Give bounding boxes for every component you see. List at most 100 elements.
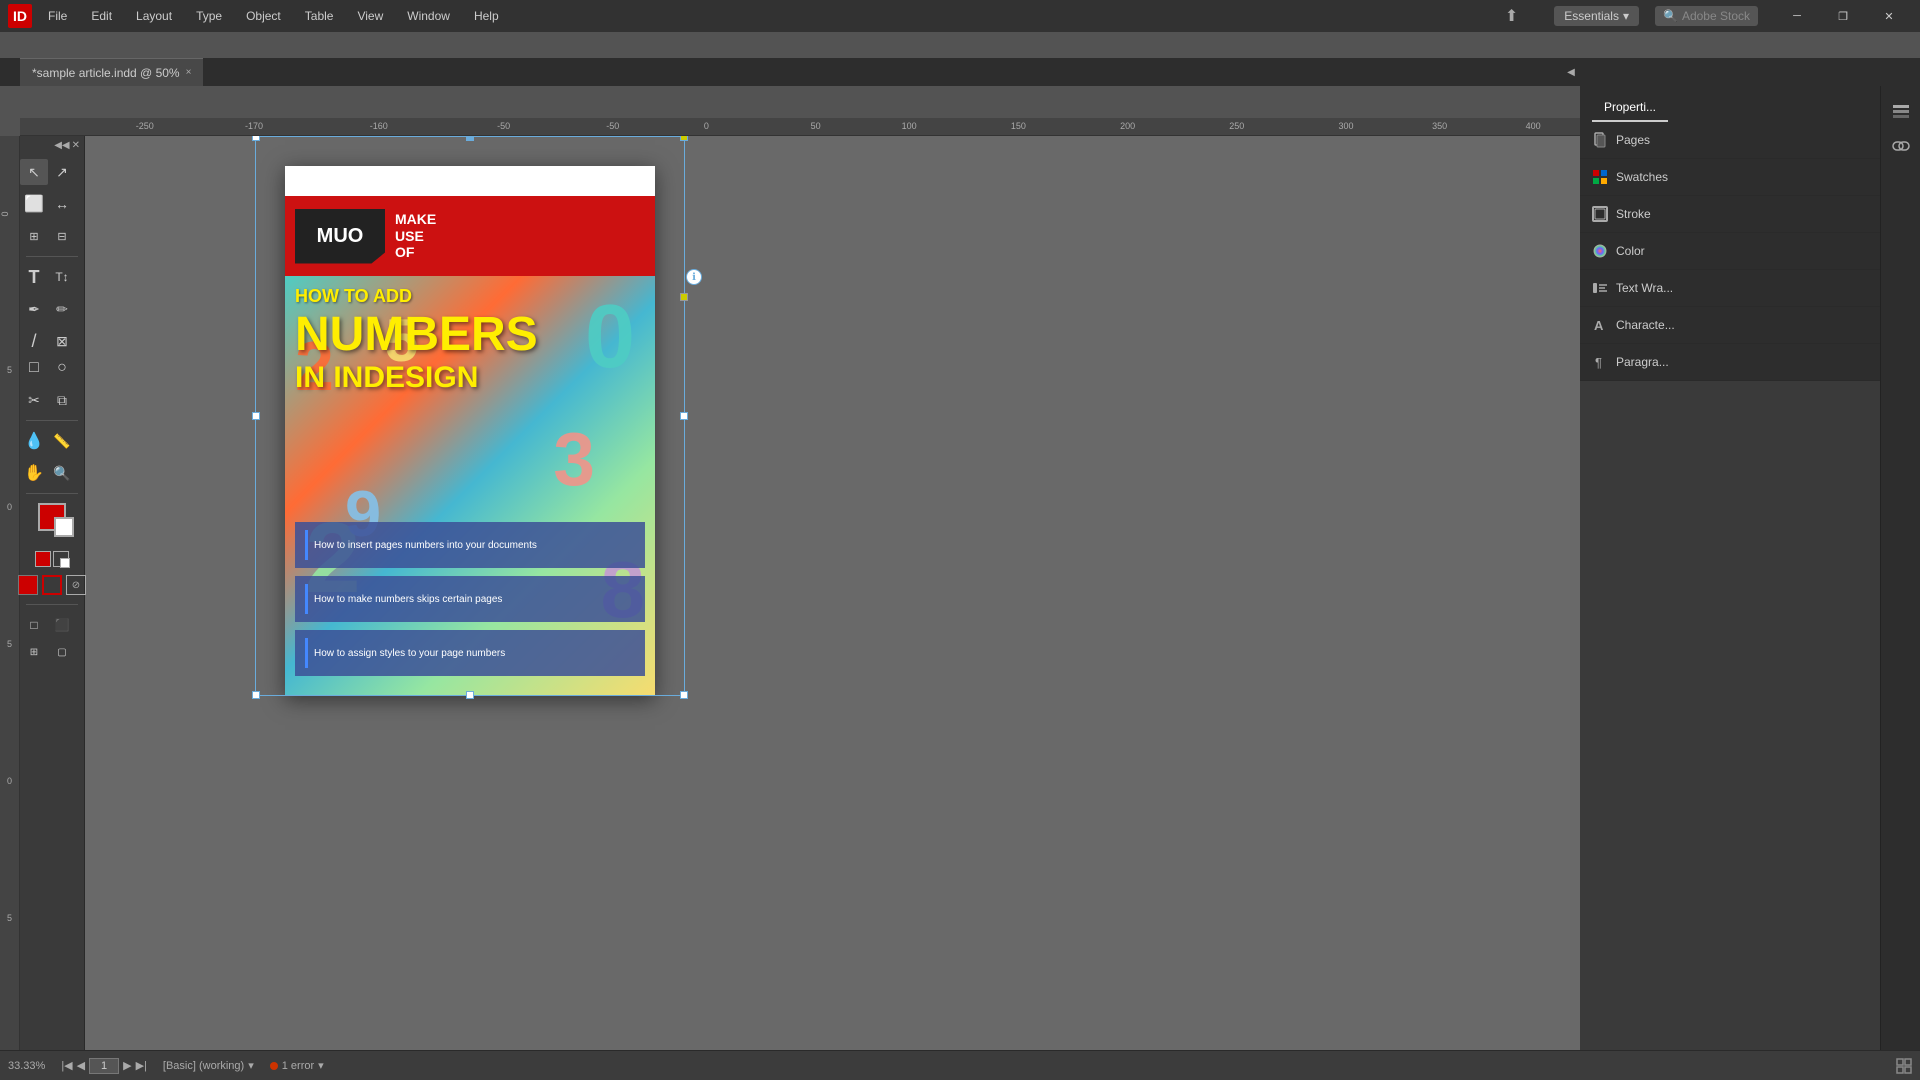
menu-object[interactable]: Object (238, 7, 289, 25)
color-label: Color (1616, 244, 1645, 258)
toolbox-collapse-button[interactable]: ◀◀ (54, 140, 69, 151)
menu-edit[interactable]: Edit (83, 7, 120, 25)
handle-top-right[interactable] (680, 136, 688, 141)
direct-select-tool[interactable]: ↗ (48, 159, 76, 185)
menu-help[interactable]: Help (466, 7, 507, 25)
document-tab[interactable]: *sample article.indd @ 50% × (20, 58, 203, 86)
error-dropdown-icon: ▾ (318, 1059, 324, 1072)
swap-color-icon[interactable] (35, 551, 51, 567)
measure-tool[interactable]: 📏 (48, 428, 76, 454)
rounded-rect-button[interactable]: ▢ (48, 639, 76, 665)
preview-view-button[interactable]: ⬛ (48, 612, 76, 638)
text-wrap-label: Text Wra... (1616, 281, 1673, 295)
eyedropper-tool[interactable]: 💧 (20, 428, 48, 454)
bullet-bar-1 (305, 530, 308, 560)
tab-properties[interactable]: Properti... (1592, 94, 1668, 122)
stroke-color-button[interactable] (42, 575, 62, 595)
tool-separator-4 (26, 604, 77, 605)
free-transform-tool[interactable]: ⧉ (48, 387, 76, 413)
menu-table[interactable]: Table (297, 7, 342, 25)
status-zoom[interactable]: 33.33% (8, 1060, 45, 1072)
pencil-tool[interactable]: ✏ (48, 296, 76, 322)
zoom-tool[interactable]: 🔍 (48, 460, 76, 486)
handle-top-left[interactable] (252, 136, 260, 141)
hand-tool[interactable]: ✋ (20, 460, 48, 486)
page-number-input[interactable] (89, 1058, 119, 1074)
page-nav-prev-button[interactable]: ◀ (77, 1059, 85, 1072)
swatches-header[interactable]: Swatches (1580, 159, 1880, 195)
page-nav-next-button[interactable]: ▶ (123, 1059, 131, 1072)
select-tool[interactable]: ↖ (20, 159, 48, 185)
line-tool[interactable]: / (20, 328, 48, 354)
color-icon (1592, 243, 1608, 259)
default-colors-icon[interactable] (53, 551, 69, 567)
handle-top-center[interactable] (466, 136, 474, 141)
tool-group-line: / ⊠ □ ○ (20, 326, 84, 383)
menu-type[interactable]: Type (188, 7, 230, 25)
menu-file[interactable]: File (40, 7, 75, 25)
tab-close-button[interactable]: × (186, 67, 192, 78)
minimize-button[interactable]: ─ (1774, 0, 1820, 32)
pages-header[interactable]: Pages (1580, 122, 1880, 158)
scissors-tool[interactable]: ✂ (20, 387, 48, 413)
close-button[interactable]: ✕ (1866, 0, 1912, 32)
handle-middle-right[interactable] (680, 412, 688, 420)
background-color[interactable] (54, 517, 74, 537)
text-wrap-header[interactable]: Text Wra... (1580, 270, 1880, 306)
page-container[interactable]: MUO MAKE USE OF 0 2 5 2 8 3 9 (285, 166, 655, 696)
panel-area: Properti... Pages Swatches (1580, 86, 1880, 1050)
stroke-icon (1592, 206, 1608, 222)
character-header[interactable]: A Characte... (1580, 307, 1880, 343)
handle-bottom-left[interactable] (252, 691, 260, 699)
vertical-type-tool[interactable]: T↕ (48, 264, 76, 290)
toolbox: ◀◀ ✕ ↖ ↗ ⬜ ↔ ⊞ ⊟ T T↕ ✒ ✏ / (20, 136, 85, 1050)
paragraph-header[interactable]: ¶ Paragra... (1580, 344, 1880, 380)
stroke-header[interactable]: Stroke (1580, 196, 1880, 232)
handle-middle-left[interactable] (252, 412, 260, 420)
bullet-bar-3 (305, 638, 308, 668)
status-style[interactable]: [Basic] (working) ▾ (163, 1059, 254, 1072)
tool-group-scissors: ✂ ⧉ (20, 385, 84, 415)
info-icon[interactable]: ℹ (686, 269, 702, 285)
frame-edges-button[interactable]: ⊞ (20, 639, 48, 665)
normal-view-button[interactable]: □ (20, 612, 48, 638)
content-placer-tool[interactable]: ⊟ (48, 223, 76, 249)
color-header[interactable]: Color (1580, 233, 1880, 269)
pen-tool[interactable]: ✒ (20, 296, 48, 322)
menu-layout[interactable]: Layout (128, 7, 180, 25)
rect-tool[interactable]: □ (20, 355, 48, 381)
fill-color-button[interactable] (18, 575, 38, 595)
toolbox-close-button[interactable]: ✕ (72, 140, 80, 151)
ellipse-tool[interactable]: ○ (48, 355, 76, 381)
essentials-dropdown[interactable]: Essentials ▾ (1554, 6, 1639, 26)
pages-icon (1592, 132, 1608, 148)
panel-icon-layers[interactable] (1885, 94, 1917, 126)
panel-icon-links[interactable] (1885, 130, 1917, 162)
type-tool[interactable]: T (20, 264, 48, 290)
page-tool[interactable]: ⬜ (20, 191, 48, 217)
page-nav-last-button[interactable]: ▶| (136, 1059, 147, 1072)
none-color-button[interactable]: ⊘ (66, 575, 86, 595)
pages-section: Pages (1580, 122, 1880, 159)
headline-medium: IN INDESIGN (295, 361, 645, 395)
character-section: A Characte... (1580, 307, 1880, 344)
handle-bottom-right[interactable] (680, 691, 688, 699)
rect-frame-tool[interactable]: ⊠ (48, 328, 76, 354)
menu-view[interactable]: View (349, 7, 391, 25)
color-section: Color (1580, 233, 1880, 270)
stroke-section: Stroke (1580, 196, 1880, 233)
paragraph-label: Paragra... (1616, 355, 1669, 369)
status-error[interactable]: 1 error ▾ (270, 1059, 324, 1072)
page-nav-first-button[interactable]: |◀ (61, 1059, 72, 1072)
panel-collapse-button[interactable]: ◀ (1563, 58, 1579, 86)
color-main (38, 503, 66, 531)
content-collector-tool[interactable]: ⊞ (20, 223, 48, 249)
status-view-toggle[interactable] (1896, 1058, 1912, 1074)
adobe-stock-search[interactable]: 🔍 Adobe Stock (1655, 6, 1758, 26)
restore-button[interactable]: ❐ (1820, 0, 1866, 32)
tool-separator-3 (26, 493, 77, 494)
menu-window[interactable]: Window (399, 7, 458, 25)
gap-tool[interactable]: ↔ (48, 191, 76, 217)
app-icon: ID (8, 4, 32, 28)
handle-content-grabber[interactable] (680, 293, 688, 301)
